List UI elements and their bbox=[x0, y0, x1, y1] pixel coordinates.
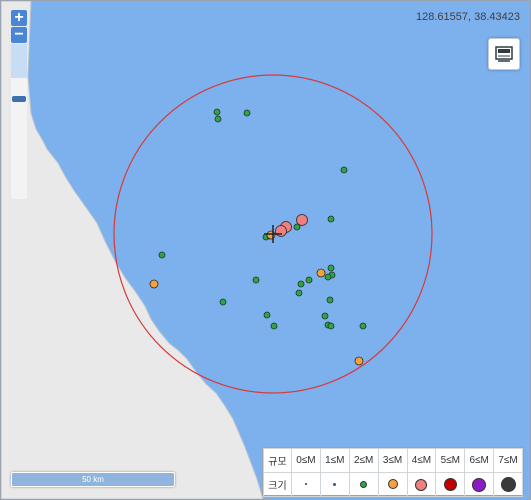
legend-symbol bbox=[387, 479, 398, 490]
earthquake-marker[interactable] bbox=[266, 230, 276, 240]
earthquake-marker[interactable] bbox=[149, 279, 159, 289]
earthquake-marker[interactable] bbox=[321, 312, 329, 320]
zoom-slider-fill bbox=[11, 44, 27, 78]
earthquake-marker[interactable] bbox=[316, 268, 326, 278]
earthquake-marker[interactable] bbox=[214, 115, 222, 123]
zoom-slider[interactable] bbox=[11, 44, 27, 199]
zoom-slider-handle[interactable] bbox=[12, 96, 26, 102]
earthquake-marker[interactable] bbox=[158, 251, 166, 259]
legend-class-label: 7≤M bbox=[493, 448, 523, 473]
earthquake-marker[interactable] bbox=[263, 311, 271, 319]
earthquake-marker[interactable] bbox=[275, 225, 287, 237]
legend-symbol bbox=[500, 477, 516, 492]
legend-class-symbol-cell bbox=[348, 472, 379, 497]
legend-symbol bbox=[333, 482, 337, 486]
earthquake-marker[interactable] bbox=[297, 280, 305, 288]
legend-class-symbol-cell bbox=[319, 472, 350, 497]
legend-class-label: 0≤M bbox=[291, 448, 321, 473]
coastline-land bbox=[1, 1, 264, 499]
earthquake-marker[interactable] bbox=[359, 322, 367, 330]
legend-class-symbol-cell bbox=[493, 472, 523, 497]
earthquake-marker[interactable] bbox=[270, 322, 278, 330]
earthquake-marker[interactable] bbox=[213, 108, 221, 116]
legend-header-size: 크기 bbox=[263, 472, 292, 497]
legend-class-symbol-cell bbox=[377, 472, 408, 497]
earthquake-marker[interactable] bbox=[295, 289, 303, 297]
layer-toggle-button[interactable] bbox=[488, 38, 520, 70]
coordinate-readout: 128.61557, 38.43423 bbox=[416, 11, 520, 23]
legend-header-magnitude: 규모 bbox=[263, 448, 292, 473]
legend-class-label: 4≤M bbox=[406, 448, 437, 473]
legend-class-symbol-cell bbox=[464, 472, 495, 497]
legend-class-symbol-cell bbox=[291, 472, 321, 497]
map-canvas[interactable] bbox=[1, 1, 530, 499]
earthquake-marker[interactable] bbox=[252, 276, 260, 284]
legend-symbol bbox=[304, 483, 307, 486]
legend-class-symbol-cell bbox=[406, 472, 437, 497]
magnitude-legend: 규모 0≤M 1≤M 2≤M 3≤M 4≤M 5≤M 6≤M 7≤M 크기 bbox=[262, 447, 524, 497]
zoom-out-button[interactable]: − bbox=[11, 27, 27, 43]
legend-class-label: 6≤M bbox=[464, 448, 495, 473]
earthquake-marker[interactable] bbox=[305, 276, 313, 284]
legend-symbol bbox=[443, 478, 457, 491]
earthquake-marker[interactable] bbox=[354, 356, 364, 366]
scale-bar: 50 km bbox=[11, 472, 175, 487]
legend-class-label: 5≤M bbox=[435, 448, 466, 473]
legend-class-label: 2≤M bbox=[348, 448, 379, 473]
zoom-in-button[interactable]: + bbox=[11, 10, 27, 26]
earthquake-marker[interactable] bbox=[340, 166, 348, 174]
earthquake-marker[interactable] bbox=[327, 215, 335, 223]
legend-class-label: 3≤M bbox=[377, 448, 408, 473]
earthquake-markers bbox=[149, 108, 367, 366]
legend-symbol bbox=[472, 477, 487, 492]
legend-class-label: 1≤M bbox=[319, 448, 350, 473]
layers-icon bbox=[495, 46, 513, 62]
map-viewport[interactable]: + − 128.61557, 38.43423 50 km 규모 0≤M 1≤M 2… bbox=[0, 0, 531, 500]
earthquake-marker[interactable] bbox=[324, 273, 332, 281]
legend-symbol bbox=[415, 478, 428, 491]
legend-class-symbol-cell bbox=[435, 472, 466, 497]
earthquake-marker[interactable] bbox=[219, 298, 227, 306]
scale-label: 50 km bbox=[82, 475, 104, 484]
earthquake-marker[interactable] bbox=[243, 109, 251, 117]
earthquake-marker[interactable] bbox=[327, 264, 335, 272]
earthquake-marker[interactable] bbox=[326, 296, 334, 304]
earthquake-marker[interactable] bbox=[296, 214, 308, 226]
legend-row-magnitude: 규모 0≤M 1≤M 2≤M 3≤M 4≤M 5≤M 6≤M 7≤M bbox=[263, 448, 523, 473]
legend-symbol bbox=[360, 480, 368, 488]
legend-row-size: 크기 bbox=[263, 472, 523, 497]
earthquake-marker[interactable] bbox=[327, 322, 335, 330]
